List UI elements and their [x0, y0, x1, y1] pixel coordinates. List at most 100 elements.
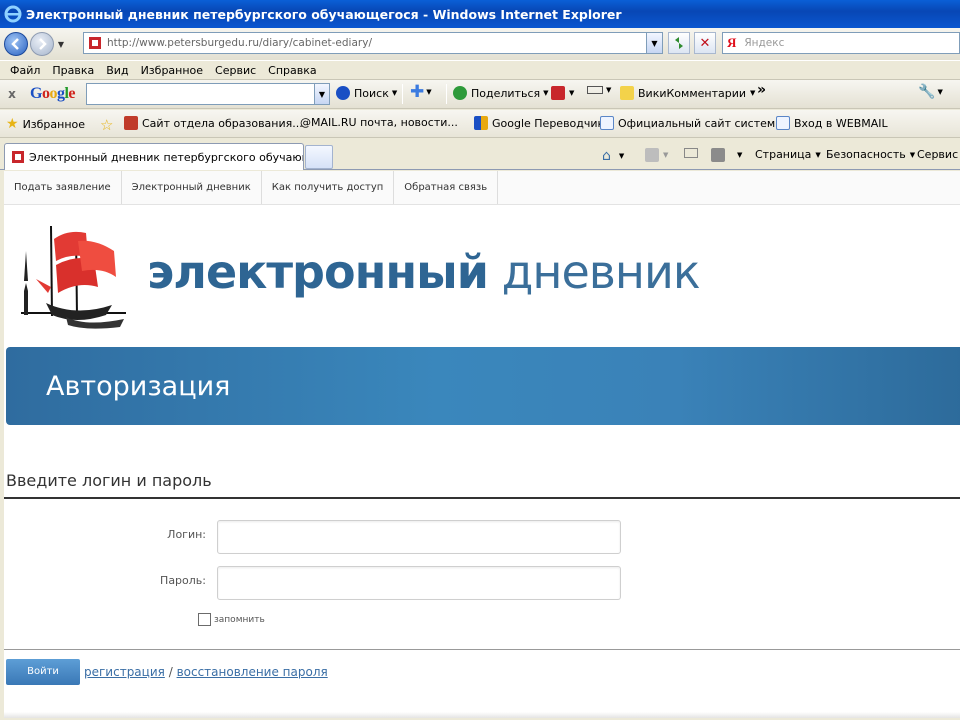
favorite-label: Google Переводчик: [492, 116, 605, 130]
mail-button[interactable]: [684, 148, 702, 158]
forward-button[interactable]: [30, 32, 54, 56]
home-icon: ⌂: [602, 148, 611, 164]
translate-icon: [551, 86, 565, 100]
google-add-button[interactable]: ✚ ▼: [410, 82, 432, 102]
google-search-input[interactable]: ▼: [86, 83, 330, 105]
menu-favorites[interactable]: Избранное: [141, 64, 203, 77]
favorite-label: Официальный сайт систем...: [618, 116, 786, 130]
nav-feedback[interactable]: Обратная связь: [394, 171, 499, 204]
page-bottom-edge: [4, 712, 960, 718]
address-bar[interactable]: http://www.petersburgedu.ru/diary/cabine…: [83, 32, 663, 54]
nav-apply[interactable]: Подать заявление: [4, 171, 122, 204]
print-button[interactable]: ▼: [711, 148, 742, 162]
share-icon: [453, 86, 467, 100]
joomla-icon: [124, 116, 138, 130]
ie-page-icon: [600, 116, 614, 130]
remember-checkbox[interactable]: [198, 613, 211, 626]
google-search-label: Поиск: [354, 86, 389, 100]
login-button[interactable]: Войти: [6, 659, 80, 685]
auth-links: регистрация / восстановление пароля: [84, 665, 328, 679]
register-link[interactable]: регистрация: [84, 665, 165, 679]
stop-button[interactable]: ✕: [694, 32, 716, 54]
safety-menu[interactable]: Безопасность ▼: [826, 148, 915, 161]
history-dropdown[interactable]: ▼: [56, 40, 66, 49]
mail-icon: [684, 148, 698, 158]
form-heading: Введите логин и пароль: [6, 471, 212, 490]
google-search-dropdown[interactable]: ▼: [314, 84, 329, 104]
ie-logo-icon: [4, 5, 22, 23]
heading-divider: [4, 497, 960, 499]
remember-label: запомнить: [214, 615, 265, 625]
more-button[interactable]: »: [757, 82, 766, 98]
tab-active[interactable]: Электронный дневник петербургского обуча…: [4, 143, 304, 170]
tools-menu[interactable]: Сервис▼: [917, 148, 960, 161]
share-button[interactable]: Поделиться ▼: [453, 86, 549, 100]
menu-help[interactable]: Справка: [268, 64, 316, 77]
menu-tools[interactable]: Сервис: [215, 64, 256, 77]
feeds-button[interactable]: ▼: [645, 148, 668, 162]
password-field[interactable]: [217, 566, 621, 600]
favorite-label: @MAIL.RU почта, новости...: [300, 116, 458, 129]
star-icon: ★: [6, 116, 19, 132]
site-nav: Подать заявление Электронный дневник Как…: [4, 171, 960, 205]
password-label: Пароль:: [160, 574, 206, 587]
wrench-icon: 🔧: [918, 84, 936, 100]
nav-diary[interactable]: Электронный дневник: [122, 171, 262, 204]
rss-icon: [645, 148, 659, 162]
yandex-search-input[interactable]: Я Яндекс: [722, 32, 960, 54]
google-search-button[interactable]: Поиск ▼: [336, 86, 397, 100]
login-field[interactable]: [217, 520, 621, 554]
menu-view[interactable]: Вид: [106, 64, 128, 77]
window-titlebar: Электронный дневник петербургского обуча…: [0, 0, 960, 28]
translate-toolbar-button[interactable]: ▼: [551, 86, 574, 100]
refresh-icon: [675, 37, 683, 49]
search-placeholder: Яндекс: [744, 37, 785, 49]
address-dropdown-button[interactable]: ▼: [646, 33, 662, 53]
menu-file[interactable]: Файл: [10, 64, 40, 77]
bookmarks-toolbar-button[interactable]: ▼: [587, 86, 611, 94]
site-brand: электронный дневник: [147, 245, 701, 299]
add-favorite-button[interactable]: ☆: [100, 116, 113, 134]
back-button[interactable]: [4, 32, 28, 56]
menu-edit[interactable]: Правка: [52, 64, 94, 77]
favorite-label: Сайт отдела образования...: [142, 116, 303, 130]
page-menu[interactable]: Страница ▼: [755, 148, 821, 161]
wiki-label: ВикиКомментарии: [638, 86, 747, 100]
login-label: Логин:: [167, 528, 206, 541]
favorite-item[interactable]: Сайт отдела образования...: [124, 116, 303, 130]
form-divider: [4, 649, 960, 650]
plus-icon: ✚: [410, 82, 425, 102]
favorite-item[interactable]: Официальный сайт систем...: [600, 116, 786, 130]
banner-title: Авторизация: [46, 371, 231, 402]
tools-menu-label: Сервис: [917, 148, 959, 161]
share-label: Поделиться: [471, 86, 541, 100]
safety-menu-label: Безопасность: [826, 148, 906, 161]
favorites-button[interactable]: ★ Избранное: [6, 116, 85, 132]
web-page: Подать заявление Электронный дневник Как…: [4, 171, 960, 718]
close-icon: ✕: [699, 35, 711, 51]
nav-access[interactable]: Как получить доступ: [262, 171, 395, 204]
arrow-left-icon: [11, 38, 19, 50]
page-menu-label: Страница: [755, 148, 812, 161]
home-button[interactable]: ⌂ ▼: [602, 148, 624, 164]
close-toolbar-icon[interactable]: x: [2, 87, 22, 101]
favorite-item[interactable]: @MAIL.RU почта, новости...: [300, 116, 458, 129]
google-logo: Google: [30, 85, 76, 102]
refresh-button[interactable]: [668, 32, 690, 54]
arrow-right-icon: [39, 38, 47, 50]
brand-light: дневник: [501, 245, 701, 299]
wrench-button[interactable]: 🔧 ▼: [918, 84, 943, 100]
window-title: Электронный дневник петербургского обуча…: [26, 6, 622, 22]
new-tab-button[interactable]: [305, 145, 333, 169]
favorite-item[interactable]: Google Переводчик: [474, 116, 604, 130]
wiki-comments-button[interactable]: ВикиКомментарии ▼: [620, 86, 755, 100]
address-row: ▼ http://www.petersburgedu.ru/diary/cabi…: [0, 28, 960, 60]
ie-page-icon: [776, 116, 790, 130]
link-divider: /: [168, 665, 173, 679]
recover-password-link[interactable]: восстановление пароля: [177, 665, 328, 679]
tab-title: Электронный дневник петербургского обуча…: [29, 150, 303, 164]
favorite-item[interactable]: Вход в WEBMAIL: [776, 116, 888, 130]
ship-logo-icon: [21, 225, 126, 329]
favorites-label: Избранное: [22, 117, 86, 131]
favorite-label: Вход в WEBMAIL: [794, 116, 888, 130]
